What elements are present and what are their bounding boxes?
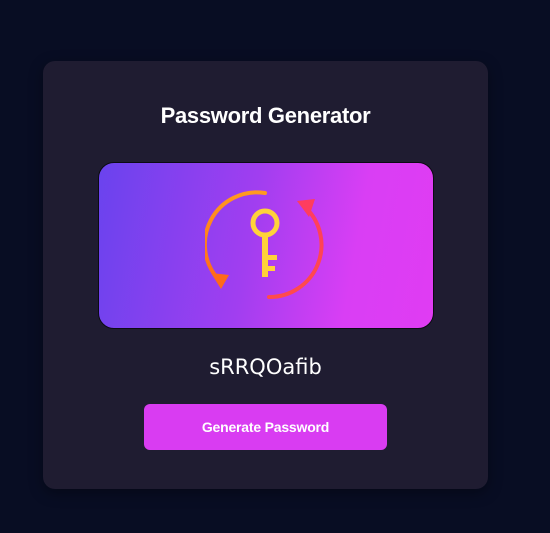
hero-banner [98,162,434,329]
key-refresh-icon [205,190,324,300]
generated-password: sRRQOafib [209,355,322,379]
card-title: Password Generator [160,103,371,128]
generate-password-button[interactable]: Generate Password [144,404,387,450]
password-generator-card: Password Generator sRRQOafib Generate Pa… [43,61,488,489]
